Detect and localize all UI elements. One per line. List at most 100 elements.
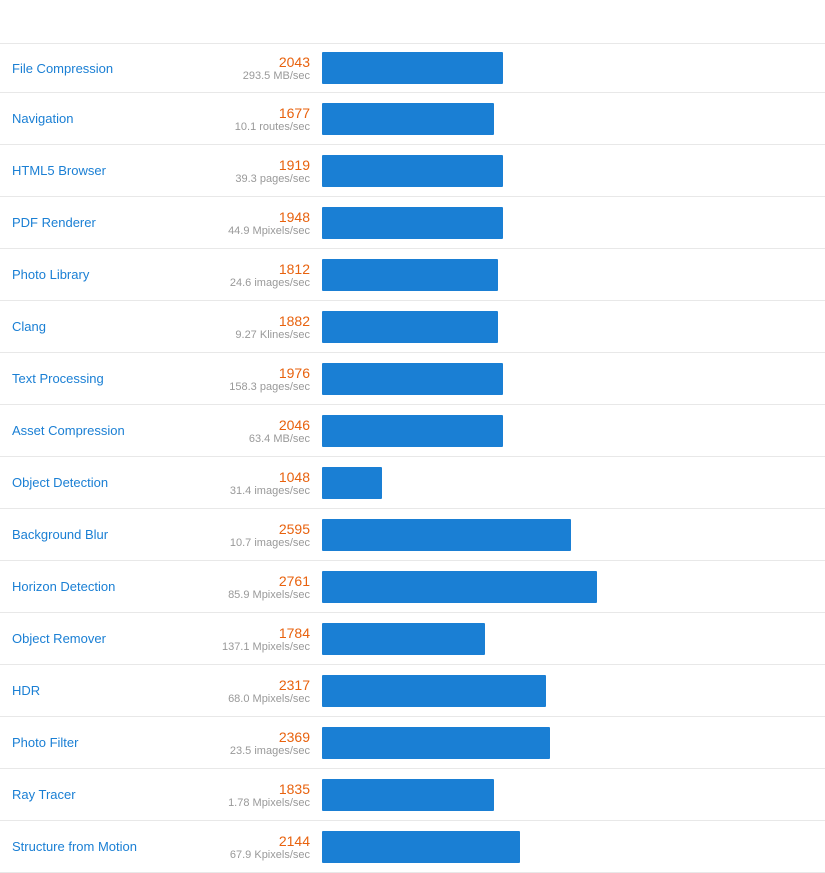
row-bar-area: [322, 831, 813, 863]
row-name[interactable]: PDF Renderer: [12, 215, 182, 230]
table-row: Background Blur 2595 10.7 images/sec: [0, 509, 825, 561]
table-row: Structure from Motion 2144 67.9 Kpixels/…: [0, 821, 825, 873]
row-score-unit: 39.3 pages/sec: [182, 173, 310, 185]
row-name[interactable]: Photo Filter: [12, 735, 182, 750]
row-bar: [322, 467, 382, 499]
row-bar: [322, 311, 498, 343]
row-score-area: 2317 68.0 Mpixels/sec: [182, 677, 322, 705]
row-score-value: 1812: [182, 261, 310, 277]
row-bar-area: [322, 779, 813, 811]
row-name[interactable]: File Compression: [12, 61, 182, 76]
row-bar: [322, 623, 485, 655]
row-score-area: 2144 67.9 Kpixels/sec: [182, 833, 322, 861]
row-score-unit: 293.5 MB/sec: [182, 70, 310, 82]
row-score-area: 1882 9.27 Klines/sec: [182, 313, 322, 341]
row-score-value: 2369: [182, 729, 310, 745]
row-bar: [322, 519, 571, 551]
row-bar-area: [322, 467, 813, 499]
row-bar-area: [322, 311, 813, 343]
row-score-area: 1919 39.3 pages/sec: [182, 157, 322, 185]
row-score-unit: 1.78 Mpixels/sec: [182, 797, 310, 809]
rows-container: File Compression 2043 293.5 MB/sec Navig…: [0, 44, 825, 873]
row-score-unit: 31.4 images/sec: [182, 485, 310, 497]
row-name[interactable]: Ray Tracer: [12, 787, 182, 802]
row-bar: [322, 675, 546, 707]
row-bar-area: [322, 623, 813, 655]
table-row: Photo Library 1812 24.6 images/sec: [0, 249, 825, 301]
row-score-area: 1948 44.9 Mpixels/sec: [182, 209, 322, 237]
table-row: PDF Renderer 1948 44.9 Mpixels/sec: [0, 197, 825, 249]
row-score-area: 2369 23.5 images/sec: [182, 729, 322, 757]
row-score-area: 1784 137.1 Mpixels/sec: [182, 625, 322, 653]
row-bar: [322, 415, 503, 447]
table-row: Asset Compression 2046 63.4 MB/sec: [0, 405, 825, 457]
table-row: HDR 2317 68.0 Mpixels/sec: [0, 665, 825, 717]
row-score-unit: 23.5 images/sec: [182, 745, 310, 757]
table-row: Ray Tracer 1835 1.78 Mpixels/sec: [0, 769, 825, 821]
row-name[interactable]: Structure from Motion: [12, 839, 182, 854]
row-score-value: 2144: [182, 833, 310, 849]
table-row: Horizon Detection 2761 85.9 Mpixels/sec: [0, 561, 825, 613]
table-row: HTML5 Browser 1919 39.3 pages/sec: [0, 145, 825, 197]
row-bar: [322, 103, 494, 135]
row-score-area: 1835 1.78 Mpixels/sec: [182, 781, 322, 809]
row-bar-area: [322, 259, 813, 291]
table-row: Navigation 1677 10.1 routes/sec: [0, 93, 825, 145]
row-bar-area: [322, 519, 813, 551]
row-bar-area: [322, 103, 813, 135]
row-name[interactable]: Object Remover: [12, 631, 182, 646]
row-score-area: 1976 158.3 pages/sec: [182, 365, 322, 393]
row-score-area: 2761 85.9 Mpixels/sec: [182, 573, 322, 601]
row-bar-area: [322, 675, 813, 707]
row-name[interactable]: Photo Library: [12, 267, 182, 282]
row-bar-area: [322, 207, 813, 239]
table-row: Object Remover 1784 137.1 Mpixels/sec: [0, 613, 825, 665]
row-bar: [322, 571, 597, 603]
row-score-value: 2046: [182, 417, 310, 433]
row-name[interactable]: Clang: [12, 319, 182, 334]
row-bar-area: [322, 571, 813, 603]
row-bar: [322, 155, 503, 187]
row-score-unit: 9.27 Klines/sec: [182, 329, 310, 341]
row-name[interactable]: Horizon Detection: [12, 579, 182, 594]
row-score-unit: 44.9 Mpixels/sec: [182, 225, 310, 237]
row-name[interactable]: Navigation: [12, 111, 182, 126]
row-score-unit: 85.9 Mpixels/sec: [182, 589, 310, 601]
row-name[interactable]: HDR: [12, 683, 182, 698]
row-bar: [322, 363, 503, 395]
row-score-unit: 68.0 Mpixels/sec: [182, 693, 310, 705]
row-name[interactable]: Text Processing: [12, 371, 182, 386]
row-score-area: 1048 31.4 images/sec: [182, 469, 322, 497]
row-score-value: 1882: [182, 313, 310, 329]
row-score-area: 2043 293.5 MB/sec: [182, 54, 322, 82]
table-row: File Compression 2043 293.5 MB/sec: [0, 44, 825, 93]
row-bar-area: [322, 415, 813, 447]
row-score-area: 1812 24.6 images/sec: [182, 261, 322, 289]
header-row: [0, 0, 825, 44]
row-bar: [322, 779, 494, 811]
row-score-value: 2043: [182, 54, 310, 70]
row-bar: [322, 52, 503, 84]
row-score-value: 1048: [182, 469, 310, 485]
row-score-value: 2317: [182, 677, 310, 693]
row-score-area: 2595 10.7 images/sec: [182, 521, 322, 549]
row-score-value: 2761: [182, 573, 310, 589]
row-bar-area: [322, 52, 813, 84]
row-bar: [322, 727, 550, 759]
row-score-value: 1835: [182, 781, 310, 797]
row-bar-area: [322, 363, 813, 395]
row-score-unit: 137.1 Mpixels/sec: [182, 641, 310, 653]
row-name[interactable]: Object Detection: [12, 475, 182, 490]
row-score-unit: 10.7 images/sec: [182, 537, 310, 549]
table-row: Photo Filter 2369 23.5 images/sec: [0, 717, 825, 769]
row-score-value: 2595: [182, 521, 310, 537]
row-name[interactable]: Asset Compression: [12, 423, 182, 438]
row-score-unit: 24.6 images/sec: [182, 277, 310, 289]
row-score-unit: 67.9 Kpixels/sec: [182, 849, 310, 861]
row-score-area: 1677 10.1 routes/sec: [182, 105, 322, 133]
row-bar-area: [322, 155, 813, 187]
row-name[interactable]: Background Blur: [12, 527, 182, 542]
row-score-area: 2046 63.4 MB/sec: [182, 417, 322, 445]
row-score-value: 1919: [182, 157, 310, 173]
row-name[interactable]: HTML5 Browser: [12, 163, 182, 178]
